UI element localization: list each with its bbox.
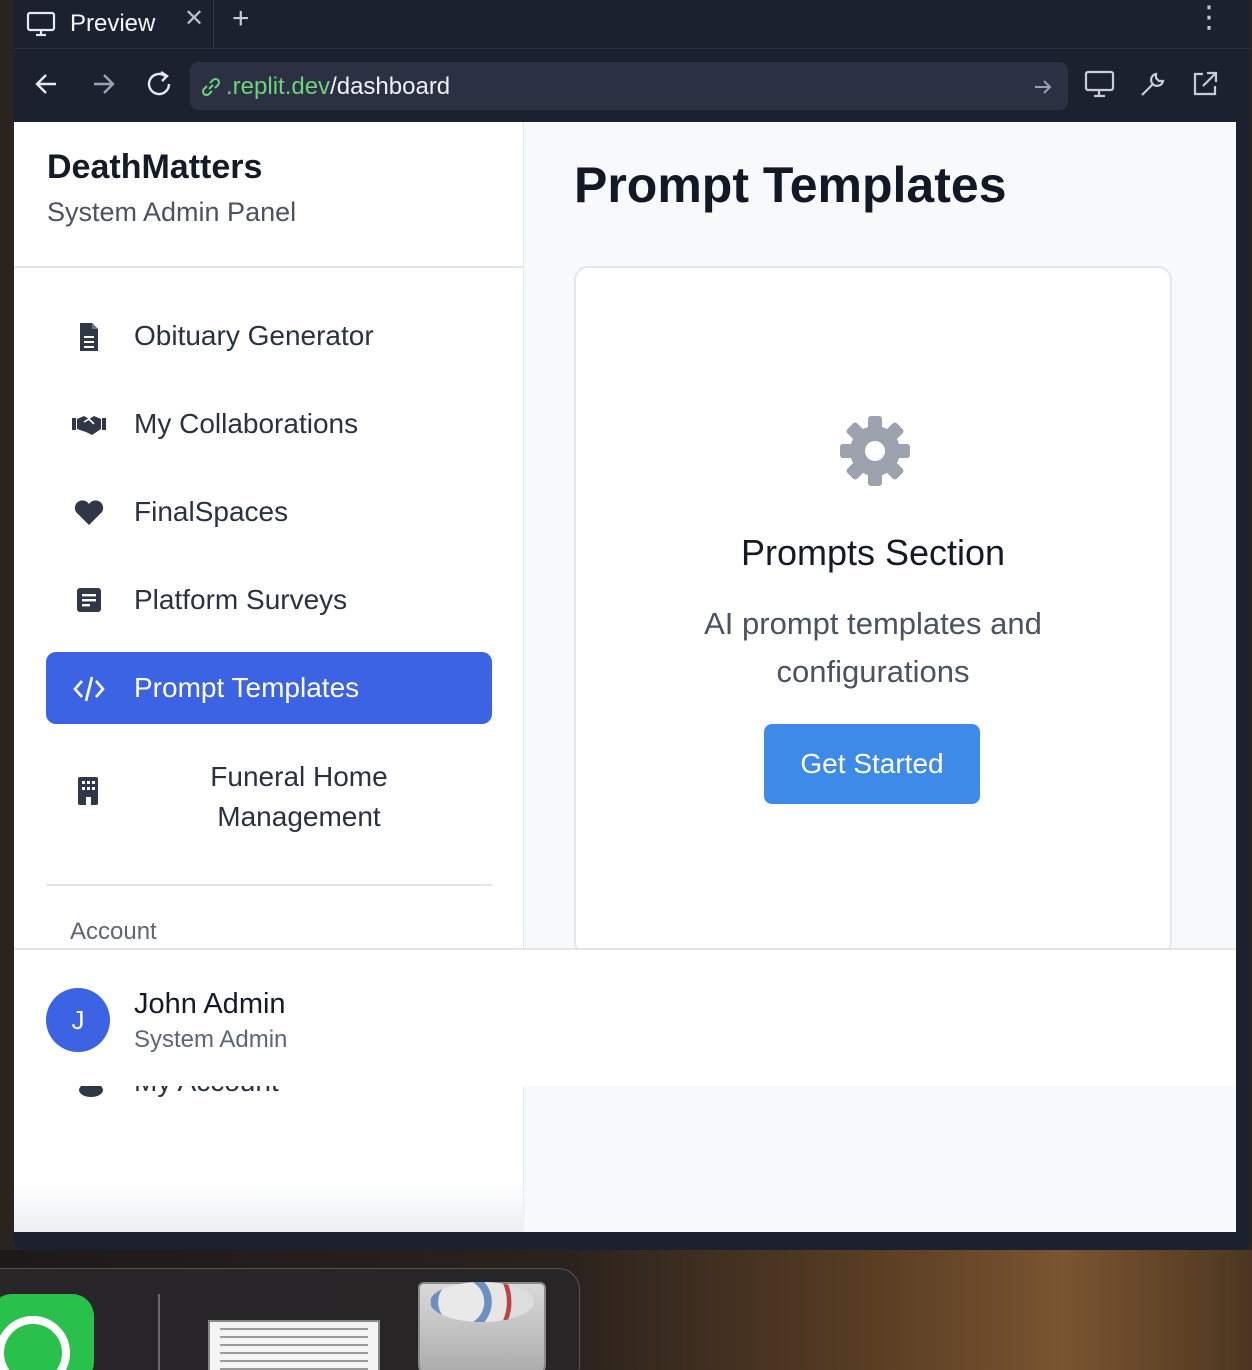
brand: DeathMatters System Admin Panel bbox=[47, 148, 296, 228]
card-description: AI prompt templates and configurations bbox=[704, 606, 1042, 689]
forward-arrow-icon[interactable] bbox=[90, 69, 116, 99]
url-path: /dashboard bbox=[330, 73, 451, 100]
prompts-card: Prompts Section AI prompt templates and … bbox=[574, 266, 1172, 956]
back-arrow-icon[interactable] bbox=[34, 69, 60, 99]
link-icon bbox=[201, 77, 221, 97]
user-name: John Admin bbox=[134, 988, 286, 1020]
close-tab-icon[interactable]: ✕ bbox=[184, 4, 204, 33]
divider bbox=[14, 266, 524, 268]
survey-icon bbox=[77, 588, 101, 612]
address-bar[interactable]: .replit.dev/dashboard bbox=[190, 62, 1068, 110]
trash-dock-icon[interactable] bbox=[418, 1282, 546, 1370]
url-host: .replit.dev bbox=[226, 73, 331, 100]
sidebar-item-label: FinalSpaces bbox=[134, 496, 289, 527]
url-text: .replit.dev/dashboard bbox=[226, 73, 450, 101]
browser-window: Preview ✕ + ⋮ .replit.dev/dashboard Deat… bbox=[14, 0, 1250, 1250]
sidebar-item-platform-surveys[interactable]: Platform Surveys bbox=[46, 564, 492, 636]
navigation-bar: .replit.dev/dashboard bbox=[14, 48, 1250, 122]
sidebar-fade bbox=[14, 1182, 524, 1232]
tab-title: Preview bbox=[70, 10, 156, 37]
avatar[interactable]: J bbox=[46, 988, 110, 1052]
user-footer: J John Admin System Admin bbox=[14, 948, 1236, 1086]
app-page: DeathMatters System Admin Panel Obituary… bbox=[14, 122, 1236, 1232]
sidebar-item-label: Platform Surveys bbox=[134, 584, 348, 615]
sidebar-item-finalspaces[interactable]: FinalSpaces bbox=[46, 476, 492, 548]
whatsapp-dock-icon[interactable] bbox=[0, 1294, 94, 1370]
card-title: Prompts Section bbox=[740, 532, 1006, 573]
open-external-icon[interactable] bbox=[1190, 69, 1220, 99]
monitor-icon bbox=[26, 11, 56, 37]
user-role: System Admin bbox=[134, 1026, 288, 1053]
building-icon bbox=[78, 777, 98, 805]
get-started-button[interactable]: Get Started bbox=[764, 724, 980, 804]
devices-icon[interactable] bbox=[1084, 69, 1116, 99]
wrench-icon[interactable] bbox=[1138, 69, 1168, 99]
reload-icon[interactable] bbox=[144, 69, 174, 99]
divider bbox=[46, 884, 492, 886]
document-dock-icon[interactable] bbox=[208, 1320, 380, 1370]
sidebar-item-prompt-templates[interactable]: Prompt Templates bbox=[46, 652, 492, 724]
sidebar-item-my-collaborations[interactable]: My Collaborations bbox=[46, 388, 492, 460]
tab-preview[interactable]: Preview ✕ bbox=[14, 0, 214, 48]
sidebar-item-label: Funeral Home Management bbox=[210, 761, 388, 832]
sidebar-item-obituary-generator[interactable]: Obituary Generator bbox=[46, 300, 492, 372]
sidebar-item-label: My Collaborations bbox=[134, 408, 359, 439]
sidebar-item-label: Prompt Templates bbox=[134, 672, 360, 703]
sidebar-item-label: Obituary Generator bbox=[134, 320, 374, 351]
go-arrow-icon[interactable] bbox=[1032, 76, 1054, 98]
document-icon bbox=[80, 323, 98, 351]
account-section-header: Account bbox=[70, 918, 157, 945]
sidebar-item-funeral-home-management[interactable]: Funeral Home Management bbox=[46, 752, 492, 842]
more-options-icon[interactable]: ⋮ bbox=[1194, 3, 1224, 33]
heart-icon bbox=[74, 500, 104, 525]
handshake-icon bbox=[72, 416, 106, 435]
tab-bar: Preview ✕ + ⋮ bbox=[14, 0, 1250, 48]
dock-separator bbox=[158, 1294, 160, 1370]
brand-name: DeathMatters bbox=[47, 148, 263, 186]
brand-subtitle: System Admin Panel bbox=[47, 197, 297, 227]
gear-icon bbox=[840, 416, 910, 486]
new-tab-icon[interactable]: + bbox=[232, 2, 250, 36]
page-title: Prompt Templates bbox=[574, 157, 1007, 213]
code-icon bbox=[73, 676, 105, 702]
